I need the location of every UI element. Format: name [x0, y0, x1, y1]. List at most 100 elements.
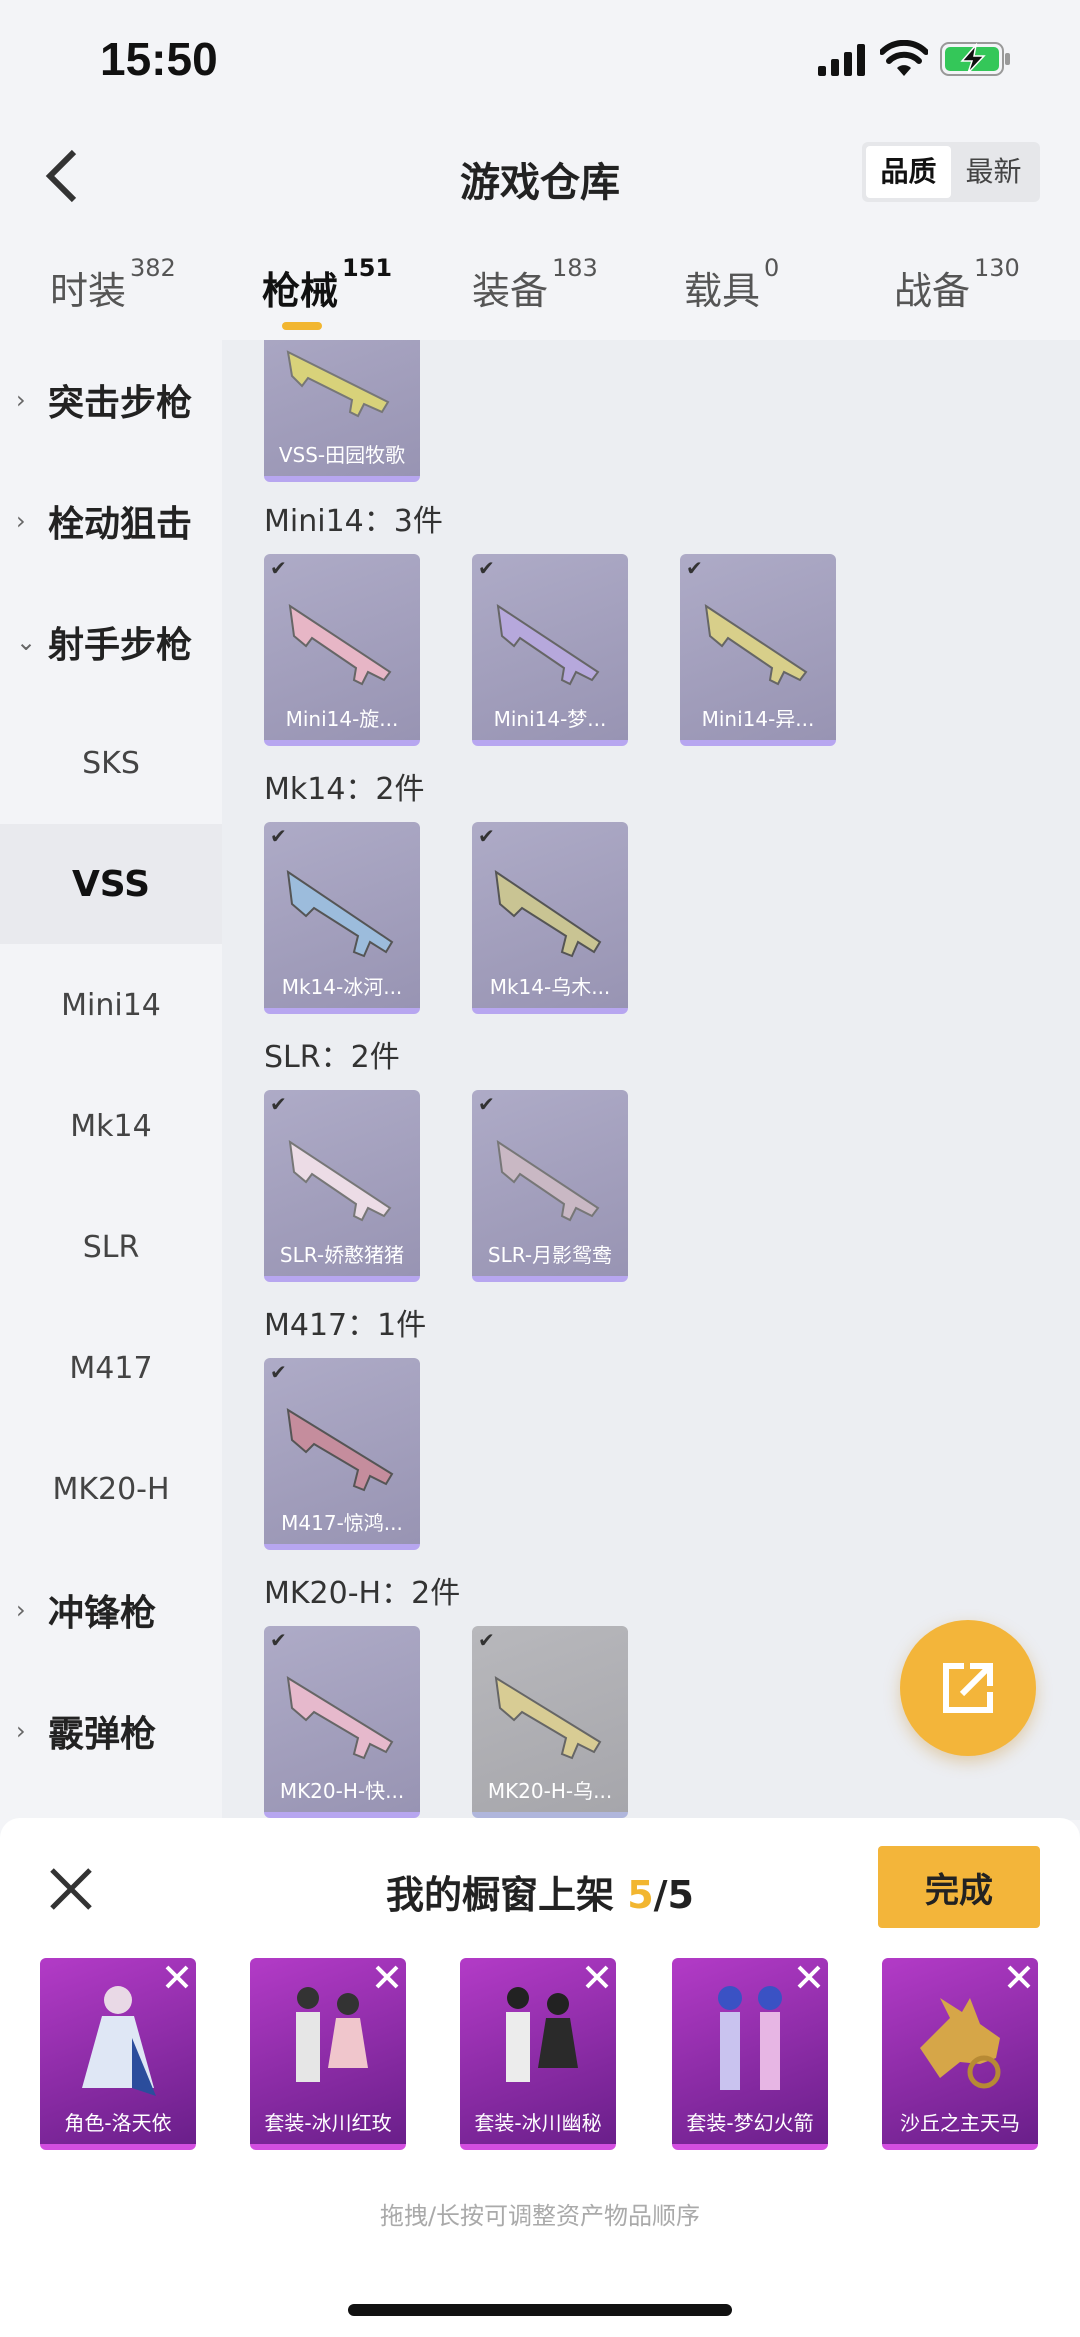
weapon-card[interactable]: ✔ Mini14-旋...: [264, 554, 420, 746]
rifle-icon: [288, 1139, 392, 1222]
sidebar-item-smg[interactable]: › 冲锋枪: [0, 1550, 222, 1670]
sort-toggle: 品质 最新: [862, 142, 1040, 202]
weapon-type-sidebar: › 突击步枪 › 栓动狙击 ⌄ 射手步枪 SKS VSS Mini14 Mk14 SL…: [0, 340, 222, 1820]
weapon-card[interactable]: ✔ MK20-H-乌...: [472, 1626, 628, 1818]
rifle-icon: [288, 603, 392, 686]
weapon-name: SLR-月影鸳鸯: [487, 1243, 613, 1267]
weapon-card[interactable]: ✔ Mini14-梦...: [472, 554, 628, 746]
share-button[interactable]: [900, 1620, 1036, 1756]
done-button[interactable]: 完成: [878, 1846, 1040, 1928]
weapon-card[interactable]: ✔ MK20-H-快...: [264, 1626, 420, 1818]
sidebar-item-mk20h[interactable]: MK20-H: [0, 1429, 222, 1549]
weapon-card[interactable]: ✔ Mini14-异...: [680, 554, 836, 746]
tab-count: 151: [342, 254, 393, 282]
weapon-name: VSS-田园牧歌: [278, 443, 406, 467]
weapon-name: Mk14-冰河...: [281, 975, 403, 999]
weapon-name: Mk14-乌木...: [489, 975, 611, 999]
sidebar-item-bolt-sniper[interactable]: › 栓动狙击: [0, 461, 222, 581]
battery-charging-icon: [940, 42, 1010, 76]
group-title-m417: M417：1件: [264, 1308, 427, 1343]
weapon-name: SLR-娇憨猪猪: [279, 1243, 405, 1267]
tab-guns[interactable]: 枪械151: [262, 254, 392, 315]
sort-newest-option[interactable]: 最新: [951, 146, 1036, 198]
sort-quality-option[interactable]: 品质: [866, 146, 951, 198]
rifle-icon: [496, 603, 600, 686]
weapon-name: Mini14-梦...: [493, 707, 607, 731]
reorder-hint: 拖拽/长按可调整资产物品顺序: [379, 2202, 701, 2230]
weapon-card[interactable]: ✔ Mk14-乌木...: [472, 822, 628, 1014]
showcase-item[interactable]: 套装-梦幻火箭: [672, 1958, 828, 2150]
sidebar-item-marksman-rifle[interactable]: ⌄ 射手步枪: [0, 582, 222, 702]
tab-equipment[interactable]: 装备183: [472, 254, 598, 315]
showcase-total: /5: [653, 1873, 694, 1917]
rifle-icon: [286, 350, 390, 418]
showcase-item[interactable]: 沙丘之主天马: [882, 1958, 1038, 2150]
tab-vehicles[interactable]: 载具0: [684, 254, 779, 315]
sidebar-item-label: 栓动狙击: [48, 504, 193, 545]
sidebar-item-label: 霰弹枪: [48, 1714, 157, 1755]
rifle-icon: [286, 1676, 394, 1760]
tab-count: 130: [974, 254, 1020, 282]
chevron-down-icon: ⌄: [16, 628, 37, 656]
sidebar-item-mk14[interactable]: Mk14: [0, 1066, 222, 1186]
weapon-card[interactable]: ✔ SLR-月影鸳鸯: [472, 1090, 628, 1282]
sidebar-item-label: 冲锋枪: [48, 1593, 157, 1634]
weapon-name: MK20-H-快...: [279, 1779, 405, 1803]
tab-label: 载具: [684, 269, 761, 313]
weapon-card[interactable]: ✔ SLR-娇憨猪猪: [264, 1090, 420, 1282]
signal-icon: [818, 44, 865, 76]
weapon-grid: VSS-田园牧歌 Mini14：3件 ✔ Mini14-旋... ✔ Mini14-…: [222, 340, 1080, 1820]
status-bar: 15:50: [0, 0, 1080, 120]
showcase-item-name: 套装-梦幻火箭: [686, 2111, 814, 2135]
weapon-card[interactable]: VSS-田园牧歌: [264, 340, 420, 482]
outfit-icon: [718, 1986, 782, 2090]
outfit-icon: [506, 1987, 578, 2082]
showcase-item[interactable]: 角色-洛天依: [40, 1958, 196, 2150]
pegasus-vehicle-icon: [920, 1998, 1001, 2089]
rifle-icon: [286, 1408, 394, 1492]
showcase-item-name: 套装-冰川红玫: [264, 2111, 392, 2135]
active-tab-indicator: [282, 322, 322, 330]
tab-count: 0: [764, 254, 780, 282]
group-title-slr: SLR：2件: [264, 1040, 400, 1075]
rifle-icon: [494, 869, 602, 958]
outfit-icon: [296, 1987, 368, 2082]
showcase-count: 5: [627, 1873, 654, 1917]
tab-count: 183: [552, 254, 598, 282]
screen: 15:50 游戏仓库 品质 最新 时装382 枪械151 装备183 载具0 战…: [0, 0, 1080, 2337]
weapon-name: Mini14-旋...: [285, 707, 399, 731]
sidebar-item-mini14[interactable]: Mini14: [0, 945, 222, 1065]
share-icon: [943, 1663, 993, 1713]
sidebar-item-vss[interactable]: VSS: [0, 824, 222, 944]
tab-label: 装备: [472, 269, 549, 313]
weapon-card[interactable]: ✔ Mk14-冰河...: [264, 822, 420, 1014]
chevron-right-icon: ›: [16, 1717, 26, 1745]
weapon-card[interactable]: ✔ M417-惊鸿...: [264, 1358, 420, 1550]
header: 游戏仓库 品质 最新: [0, 120, 1080, 230]
status-time: 15:50: [100, 33, 218, 85]
tab-supplies[interactable]: 战备130: [894, 254, 1020, 315]
group-title-mk20h: MK20-H：2件: [264, 1576, 461, 1611]
sidebar-item-slr[interactable]: SLR: [0, 1187, 222, 1307]
category-tabs: 时装382 枪械151 装备183 载具0 战备130: [0, 240, 1080, 340]
sidebar-item-label: 射手步枪: [48, 625, 193, 666]
showcase-item[interactable]: 套装-冰川红玫: [250, 1958, 406, 2150]
group-title-mk14: Mk14：2件: [264, 772, 425, 807]
home-indicator[interactable]: [348, 2304, 732, 2316]
sidebar-item-assault-rifle[interactable]: › 突击步枪: [0, 340, 222, 460]
rifle-icon: [704, 603, 808, 686]
showcase-item[interactable]: 套装-冰川幽秘: [460, 1958, 616, 2150]
sidebar-item-m417[interactable]: M417: [0, 1308, 222, 1428]
chevron-right-icon: ›: [16, 507, 26, 535]
chevron-right-icon: ›: [16, 386, 26, 414]
sidebar-item-sks[interactable]: SKS: [0, 703, 222, 823]
rifle-icon: [494, 1676, 602, 1760]
tab-fashion[interactable]: 时装382: [50, 254, 176, 315]
showcase-panel: 我的橱窗上架 5/5 完成 角色-洛天依 套装-冰川红玫 套装-冰川幽秘 套装-…: [0, 1818, 1080, 2337]
tab-count: 382: [130, 254, 176, 282]
weapon-name: MK20-H-乌...: [487, 1779, 613, 1803]
sidebar-item-shotgun[interactable]: › 霰弹枪: [0, 1671, 222, 1791]
showcase-title-text: 我的橱窗上架: [385, 1873, 628, 1917]
tab-label: 枪械: [262, 269, 339, 313]
showcase-item-name: 角色-洛天依: [64, 2111, 172, 2135]
